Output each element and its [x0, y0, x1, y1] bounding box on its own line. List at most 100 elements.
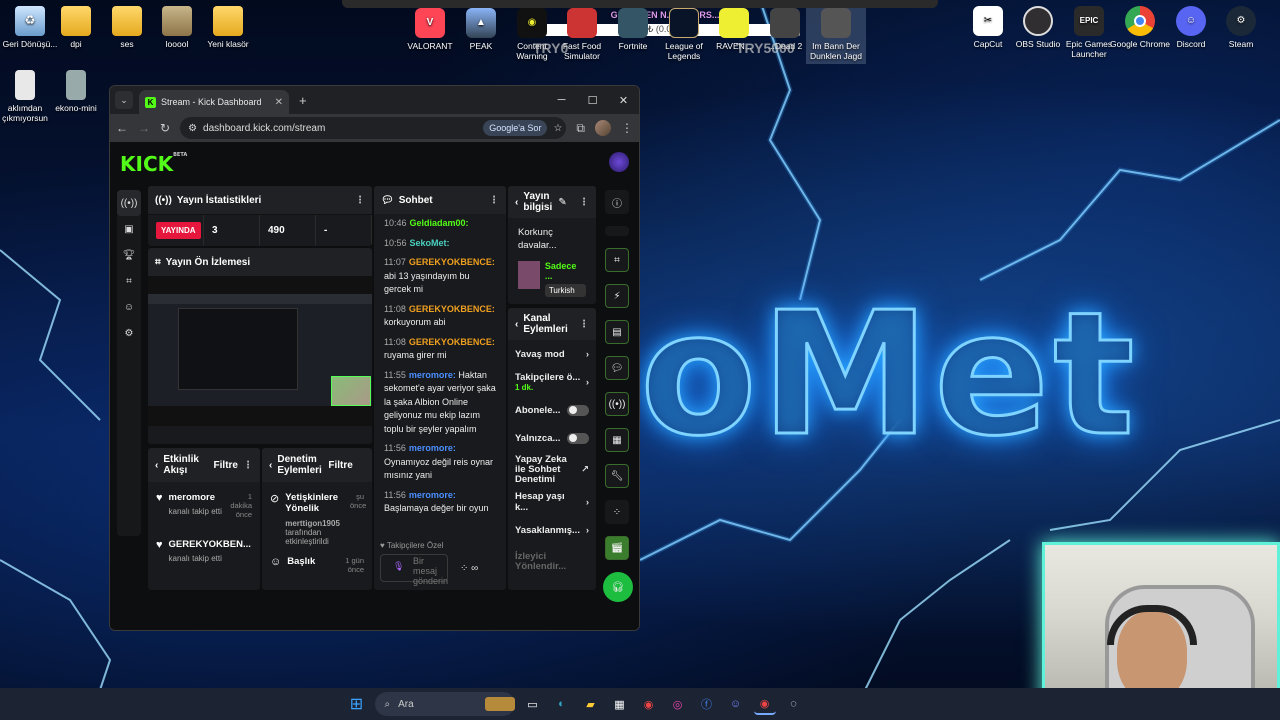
channel-action-item[interactable]: Yapay Zeka ile Sohbet Denetimi ↗ — [508, 452, 596, 488]
info-icon[interactable]: ⓘ — [605, 190, 629, 214]
instagram-icon[interactable]: ◎ — [667, 693, 689, 715]
browser-menu-icon[interactable]: ⋮ — [621, 121, 633, 135]
store-icon[interactable]: ▦ — [609, 693, 631, 715]
channel-action-item[interactable]: Yalnızca... — [508, 424, 596, 452]
nav-trophy-icon[interactable]: 🏆︎ — [117, 242, 141, 268]
toggle-switch[interactable] — [567, 404, 589, 416]
channel-action-item[interactable]: Abonele... — [508, 396, 596, 424]
more-menu-icon[interactable]: ⋮ — [579, 197, 589, 208]
address-bar[interactable]: ⚙ dashboard.kick.com/stream Google'a Sor… — [180, 117, 567, 139]
mic-icon[interactable]: 🎙︎ — [393, 561, 404, 572]
site-info-icon[interactable]: ⚙ — [188, 123, 197, 134]
channel-action-item[interactable]: Hedefleri ... › — [508, 580, 596, 591]
layout-icon[interactable]: ▦ — [605, 428, 629, 452]
maximize-button[interactable]: ☐ — [577, 86, 608, 114]
desktop-icon-steam[interactable]: ⚙ Steam — [1211, 6, 1271, 50]
share-icon[interactable]: ⁘ — [605, 500, 629, 524]
discord-taskbar-icon[interactable]: ☺ — [725, 693, 747, 715]
profile-avatar[interactable] — [595, 120, 611, 136]
task-view-icon[interactable]: ▭ — [522, 693, 544, 715]
nav-stream-icon[interactable]: ((•)) — [117, 190, 141, 216]
chat-username[interactable]: GEREKYOKBENCE: — [409, 337, 495, 347]
channel-action-item[interactable]: İzleyici Yönlendir... — [508, 544, 596, 580]
chat-message: 10:56 SekoMet: — [374, 234, 506, 254]
stream-preview[interactable] — [148, 276, 372, 426]
desktop-icon-file[interactable]: ekono-mini — [46, 70, 106, 114]
moderation-filter-button[interactable]: Filtre — [328, 460, 352, 471]
new-tab-button[interactable]: + — [299, 93, 307, 108]
channel-action-item[interactable]: Hesap yaşı k... › — [508, 488, 596, 516]
moderation-text: tarafından etkinleştirildi — [285, 527, 329, 546]
wrench-icon[interactable]: 🔧︎ — [605, 464, 629, 488]
more-menu-icon[interactable]: ⋮ — [489, 195, 499, 206]
windows-start-icon[interactable]: ⊞ — [346, 693, 368, 715]
close-tab-icon[interactable]: ✕ — [275, 97, 283, 108]
more-menu-icon[interactable]: ⋮ — [579, 319, 589, 330]
channel-action-item[interactable]: Takipçilere ö... 1 dk. › — [508, 368, 596, 396]
facebook-icon[interactable]: ⓕ — [696, 693, 718, 715]
collapse-icon[interactable]: ‹ — [515, 319, 518, 330]
chat-username[interactable]: meromore: — [409, 490, 456, 500]
folder-icon — [162, 6, 192, 36]
bookmark-star-icon[interactable]: ☆ — [553, 123, 562, 134]
extensions-icon[interactable]: ⧉ — [576, 121, 585, 136]
chat-settings-icon[interactable]: ⁘ ∞ — [460, 563, 478, 574]
user-avatar[interactable] — [609, 152, 629, 172]
collapse-icon[interactable]: ‹ — [155, 460, 158, 471]
tab-search-button[interactable]: ⌄ — [115, 91, 133, 109]
nav-settings-icon[interactable]: ⚙ — [117, 320, 141, 346]
moderation-item: ☺ Başlık 1 gün önce — [262, 556, 372, 584]
close-window-button[interactable]: ✕ — [608, 86, 639, 114]
broadcast-icon[interactable]: ((•)) — [605, 392, 629, 416]
taskbar-search[interactable]: ⌕ Ara — [374, 692, 515, 716]
chat-username[interactable]: meromore: — [409, 370, 456, 380]
desktop-icon-im-bann[interactable]: Im Bann Der Dunklen Jagd — [806, 8, 866, 64]
url-text[interactable]: dashboard.kick.com/stream — [203, 123, 477, 134]
collapse-icon[interactable]: ‹ — [515, 197, 518, 208]
edge-icon[interactable]: ◐ — [551, 693, 573, 715]
reload-button[interactable]: ↻ — [160, 121, 170, 135]
browser-toolbar: ← → ↻ ⚙ dashboard.kick.com/stream Google… — [110, 114, 639, 142]
preview-panel: ⌗ Yayın Ön İzlemesi — [148, 248, 372, 444]
more-menu-icon[interactable]: ⋮ — [355, 195, 365, 206]
collapse-icon[interactable]: ‹ — [269, 460, 272, 471]
lightning-icon[interactable]: ⚡︎ — [605, 284, 629, 308]
nav-content-icon[interactable]: ▣ — [117, 216, 141, 242]
chat-username[interactable]: Geldiadam00: — [410, 218, 469, 228]
google-lens-button[interactable]: Google'a Sor — [483, 120, 548, 136]
forward-button[interactable]: → — [138, 121, 150, 135]
desktop-icon-yeni-klasor[interactable]: Yeni klasör — [198, 6, 258, 50]
toggle-switch[interactable] — [567, 432, 589, 444]
nav-users-icon[interactable]: ☺ — [117, 294, 141, 320]
minimize-button[interactable]: ─ — [546, 86, 577, 114]
chrome-active-icon[interactable]: ◉ — [753, 693, 776, 715]
file-explorer-icon[interactable]: ▰ — [580, 693, 602, 715]
nav-scan-icon[interactable]: ⌗ — [117, 268, 141, 294]
clip-icon[interactable]: 🎬︎ — [605, 536, 629, 560]
channel-action-item[interactable]: Yasaklanmış... › — [508, 516, 596, 544]
browser-window[interactable]: ⌄ K Stream - Kick Dashboard ✕ + ─ ☐ ✕ ← … — [109, 85, 640, 631]
kick-logo[interactable]: KICKBETA — [120, 152, 187, 176]
preview-title: Yayın Ön İzlemesi — [165, 256, 251, 268]
chrome-taskbar-icon[interactable]: ◉ — [638, 693, 660, 715]
chat-username[interactable]: GEREKYOKBENCE: — [409, 304, 495, 314]
chat-username[interactable]: SekoMet: — [410, 238, 450, 248]
chat-text: korkuyorum abi — [384, 317, 446, 327]
stream-title-text: Korkunç davalar... — [518, 227, 557, 252]
chat-text: Oynamıyoz değil reis oynar mısınız yani — [384, 456, 494, 481]
raven-icon — [719, 8, 749, 38]
browser-tab[interactable]: K Stream - Kick Dashboard ✕ — [139, 90, 289, 114]
back-button[interactable]: ← — [116, 121, 128, 135]
notes-icon[interactable]: ▤ — [605, 320, 629, 344]
chat-bubble-icon[interactable]: 💬︎ — [605, 356, 629, 380]
scan-icon[interactable]: ⌗ — [605, 248, 629, 272]
chat-username[interactable]: GEREKYOKBENCE: — [409, 257, 495, 267]
more-menu-icon[interactable]: ⋮ — [243, 460, 253, 471]
obs-taskbar-icon[interactable]: ◌ — [783, 693, 805, 715]
chat-username[interactable]: meromore: — [409, 443, 456, 453]
support-icon[interactable]: 🎧︎ — [603, 572, 633, 602]
chat-input[interactable]: 🎙︎ Bir mesaj gönderin — [380, 554, 448, 586]
channel-action-item[interactable]: Yavaş mod › — [508, 340, 596, 368]
activity-filter-button[interactable]: Filtre — [214, 460, 238, 471]
edit-icon[interactable]: ✎ — [558, 197, 566, 208]
